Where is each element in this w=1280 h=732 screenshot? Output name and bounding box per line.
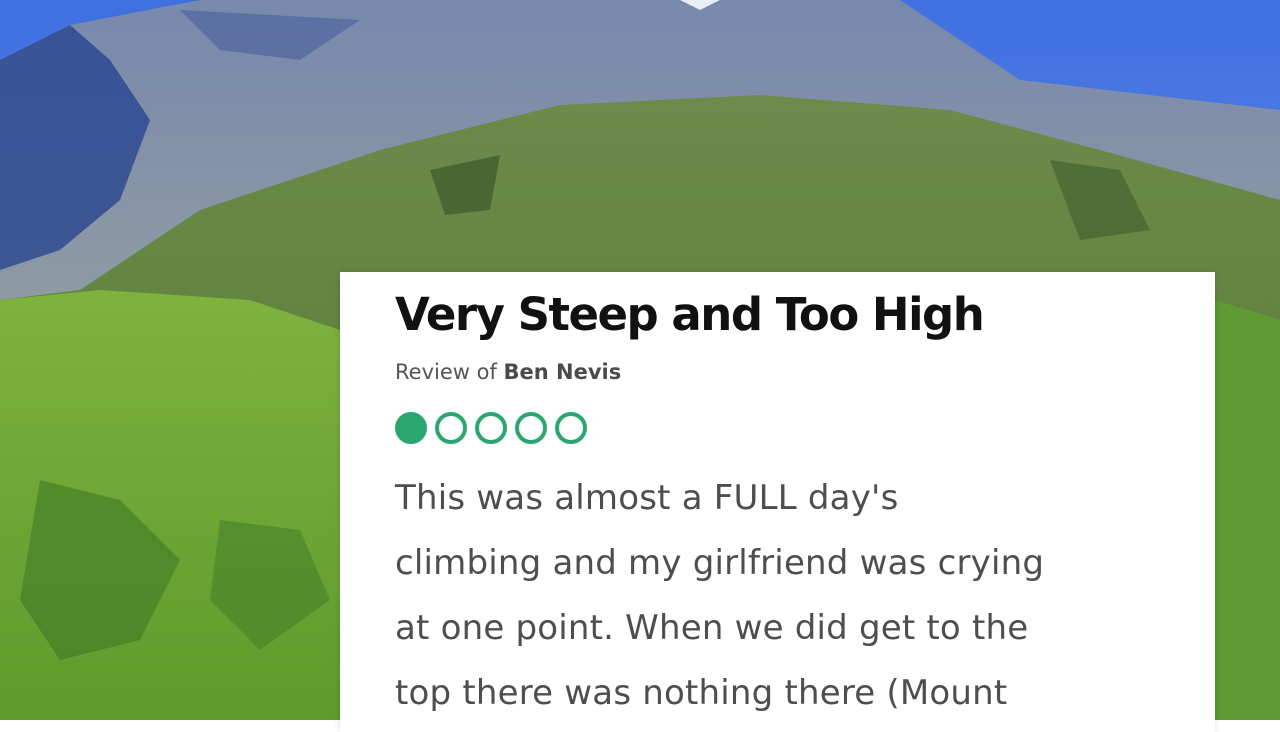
review-card: Very Steep and Too High Review of Ben Ne…	[340, 272, 1215, 732]
review-line: climbing and my girlfriend was crying	[395, 543, 1045, 583]
review-line: top there was nothing there (Mount	[395, 673, 1008, 713]
review-subtitle: Review of Ben Nevis	[395, 358, 1215, 386]
review-line: at one point. When we did get to the	[395, 608, 1029, 648]
rating-bubble-empty-icon	[475, 412, 507, 444]
rating-bubble-empty-icon	[555, 412, 587, 444]
rating-bubble-empty-icon	[515, 412, 547, 444]
review-title: Very Steep and Too High	[395, 288, 985, 341]
review-line: This was almost a FULL day's	[395, 478, 899, 518]
rating-bubbles	[395, 408, 1215, 448]
review-of-label: Review of	[395, 360, 504, 384]
review-body: This was almost a FULL day's climbing an…	[395, 466, 1185, 726]
rating-bubble-empty-icon	[435, 412, 467, 444]
rating-bubble-filled-icon	[395, 412, 427, 444]
place-name-link[interactable]: Ben Nevis	[504, 360, 622, 384]
